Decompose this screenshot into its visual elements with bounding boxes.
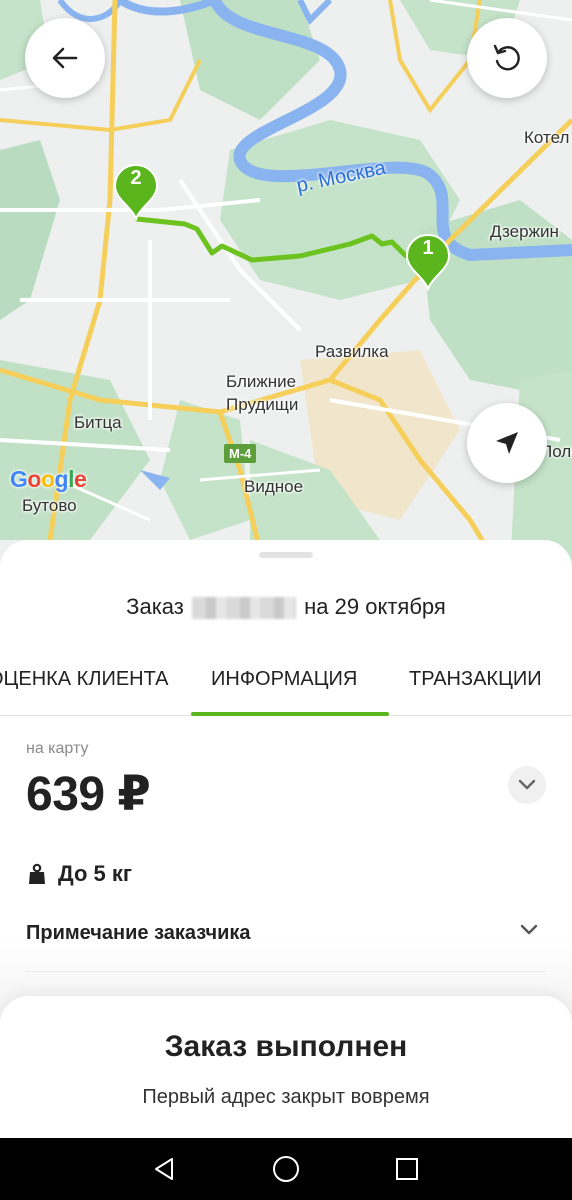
- sheet-drag-handle[interactable]: [259, 552, 313, 558]
- pin-number: 1: [422, 237, 434, 259]
- map-label-blizhnie: Ближние: [226, 372, 297, 391]
- chevron-down-icon: [518, 779, 536, 790]
- square-recents-icon: [396, 1158, 418, 1180]
- order-number-redacted: [192, 597, 297, 620]
- map-label-kotel: Котел: [524, 128, 570, 147]
- order-status-title: Заказ выполнен: [164, 1030, 408, 1063]
- order-bottom-sheet[interactable]: Заказ на 29 октября ОЦЕНКА КЛИЕНТА ИНФОР…: [0, 540, 572, 1140]
- weight-row: До 5 кг: [28, 860, 132, 888]
- google-logo: Google: [10, 466, 87, 492]
- map-label-prudishchi: Прудищи: [226, 395, 299, 414]
- route-point-2-pin[interactable]: 2: [113, 163, 159, 223]
- arrow-left-icon: [52, 47, 78, 69]
- triangle-back-icon: [155, 1158, 173, 1180]
- pin-number: 2: [130, 167, 142, 189]
- nav-recents-button[interactable]: [390, 1152, 424, 1186]
- map-label-vidnoe: Видное: [244, 477, 304, 496]
- map-view[interactable]: Котел Дзержин Развилка Ближние Прудищи Б…: [0, 0, 572, 570]
- tab-information[interactable]: ИНФОРМАЦИЯ: [211, 668, 357, 691]
- navigation-arrow-icon: [496, 432, 518, 454]
- system-navigation-bar: [0, 1138, 572, 1200]
- my-location-button[interactable]: [467, 403, 547, 483]
- nav-back-button[interactable]: [147, 1152, 181, 1186]
- order-price: 639 ₽: [26, 768, 151, 821]
- order-status-subtitle: Первый адрес закрыт вовремя: [142, 1086, 430, 1108]
- back-button[interactable]: [25, 18, 105, 98]
- circle-home-icon: [273, 1156, 299, 1182]
- order-title-date: на 29 октября: [304, 594, 446, 619]
- map-label-dzerzh: Дзержин: [490, 222, 559, 241]
- refresh-icon: [493, 44, 520, 71]
- map-label-butovo: Бутово: [22, 496, 77, 515]
- payment-method-label: на карту: [26, 740, 89, 757]
- weight-icon: [29, 863, 45, 884]
- order-status-card: Заказ выполнен Первый адрес закрыт вовре…: [0, 996, 572, 1140]
- map-label-bitsa: Битца: [74, 413, 122, 432]
- route-point-1-pin[interactable]: 1: [405, 233, 451, 293]
- order-title-prefix: Заказ: [126, 594, 184, 619]
- refresh-button[interactable]: [467, 18, 547, 98]
- order-title: Заказ на 29 октября: [0, 594, 572, 620]
- order-tabs: ОЦЕНКА КЛИЕНТА ИНФОРМАЦИЯ ТРАНЗАКЦИИ: [0, 658, 572, 716]
- expand-price-button[interactable]: [508, 766, 546, 804]
- nav-home-button[interactable]: [269, 1152, 303, 1186]
- road-shield-m4: М-4: [224, 444, 257, 463]
- chevron-down-icon: [520, 924, 538, 935]
- tab-transactions[interactable]: ТРАНЗАКЦИИ: [409, 668, 542, 691]
- map-label-razvilka: Развилка: [315, 342, 389, 361]
- active-tab-indicator: [191, 712, 389, 716]
- tab-client-rating[interactable]: ОЦЕНКА КЛИЕНТА: [0, 668, 169, 691]
- weight-label: До 5 кг: [58, 861, 133, 886]
